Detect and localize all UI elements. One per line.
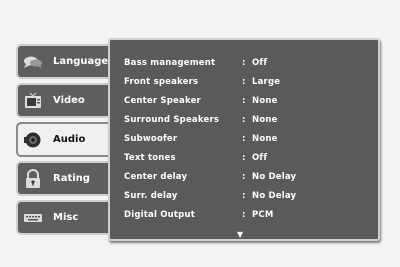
setting-separator: :	[242, 77, 246, 87]
tab-audio[interactable]: Audio	[16, 122, 112, 157]
setting-row-center-speaker[interactable]: Center Speaker : None	[124, 94, 278, 108]
setting-separator: :	[242, 172, 246, 182]
setting-separator: :	[242, 115, 246, 125]
tab-video[interactable]: Video	[16, 83, 112, 118]
setting-name: Digital Output	[124, 210, 195, 220]
audio-settings-panel: Bass management : Off Front speakers : L…	[108, 38, 380, 241]
tab-rating[interactable]: Rating	[16, 161, 112, 196]
tab-rating-label: Rating	[53, 173, 90, 184]
setting-separator: :	[242, 96, 246, 106]
setting-row-surr-delay[interactable]: Surr. delay : No Delay	[124, 189, 296, 203]
tab-misc[interactable]: Misc	[16, 200, 112, 235]
setting-row-bass-management[interactable]: Bass management : Off	[124, 56, 267, 70]
setting-name: Center delay	[124, 172, 188, 182]
speech-bubble-icon	[23, 52, 43, 72]
setting-name: Front speakers	[124, 77, 199, 87]
setting-row-front-speakers[interactable]: Front speakers : Large	[124, 75, 280, 89]
setting-name: Surround Speakers	[124, 115, 220, 125]
setting-row-subwoofer[interactable]: Subwoofer : None	[124, 132, 278, 146]
scroll-down-indicator[interactable]: ▼	[237, 230, 243, 239]
speaker-icon	[23, 130, 43, 150]
setting-separator: :	[242, 191, 246, 201]
setting-row-surround-speakers[interactable]: Surround Speakers : None	[124, 113, 278, 127]
padlock-icon	[23, 168, 43, 189]
tv-icon	[23, 91, 43, 111]
setting-value: Off	[252, 58, 268, 68]
setting-separator: :	[242, 210, 246, 220]
keyboard-icon	[23, 208, 43, 228]
setting-value: No Delay	[252, 172, 297, 182]
tab-video-label: Video	[53, 95, 85, 106]
setting-value: None	[252, 134, 278, 144]
tab-language-label: Language	[53, 56, 109, 67]
setting-row-text-tones[interactable]: Text tones : Off	[124, 151, 267, 165]
setting-value: None	[252, 96, 278, 106]
setting-separator: :	[242, 153, 246, 163]
setting-name: Center Speaker	[124, 96, 201, 106]
setting-value: Large	[252, 77, 281, 87]
setting-value: No Delay	[252, 191, 297, 201]
setting-row-center-delay[interactable]: Center delay : No Delay	[124, 170, 296, 184]
setting-separator: :	[242, 58, 246, 68]
setting-name: Surr. delay	[124, 191, 178, 201]
tab-misc-label: Misc	[53, 212, 79, 223]
setting-name: Text tones	[124, 153, 176, 163]
tab-language[interactable]: Language	[16, 44, 112, 79]
tab-audio-label: Audio	[53, 134, 86, 145]
settings-sidebar: Language Video Audio Rating Misc	[16, 44, 112, 240]
setting-name: Bass management	[124, 58, 216, 68]
setting-value: None	[252, 115, 278, 125]
setting-name: Subwoofer	[124, 134, 178, 144]
setting-row-digital-output[interactable]: Digital Output : PCM	[124, 208, 274, 222]
setting-value: PCM	[252, 210, 274, 220]
setting-separator: :	[242, 134, 246, 144]
setting-value: Off	[252, 153, 268, 163]
